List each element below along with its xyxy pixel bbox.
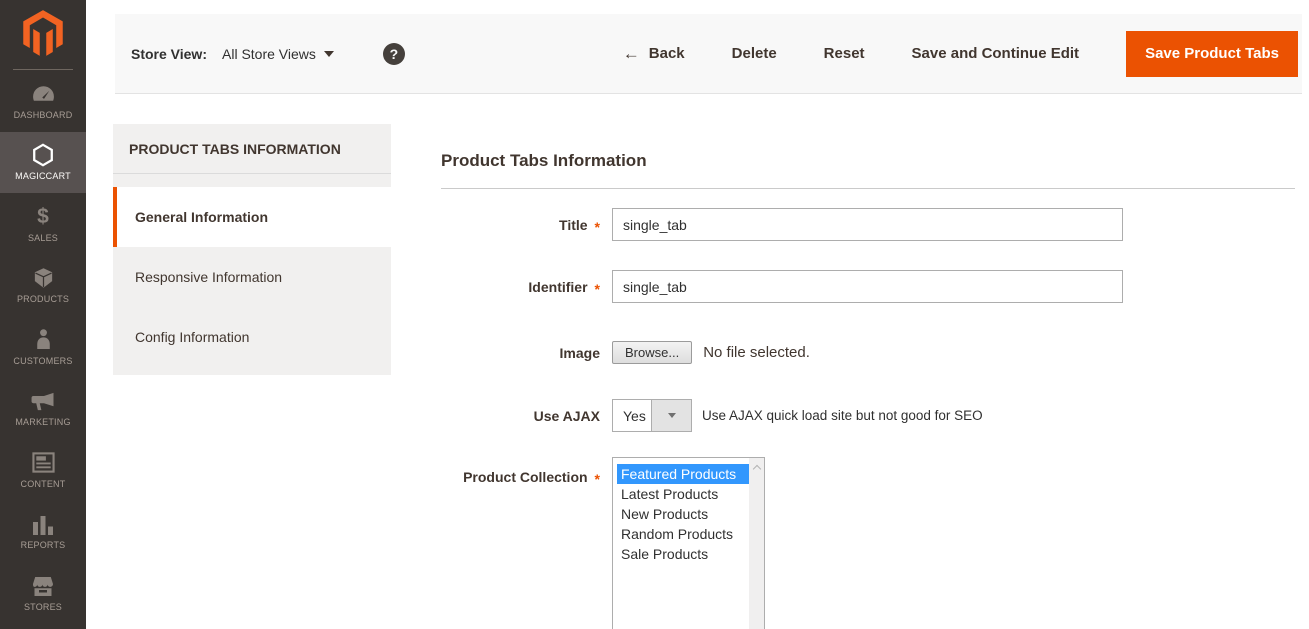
- tabs-panel-header: PRODUCT TABS INFORMATION: [113, 124, 391, 174]
- sidebar-item-magiccart[interactable]: MAGICCART: [0, 132, 86, 194]
- sidebar-item-content[interactable]: CONTENT: [0, 439, 86, 501]
- title-row: Title *: [441, 208, 1295, 241]
- tab-general-information[interactable]: General Information: [113, 187, 391, 247]
- list-option-featured-products[interactable]: Featured Products: [617, 464, 749, 484]
- browse-button[interactable]: Browse...: [612, 341, 692, 364]
- back-button-label: Back: [649, 45, 685, 62]
- store-view-label: Store View:: [131, 46, 207, 62]
- use-ajax-note: Use AJAX quick load site but not good fo…: [702, 408, 983, 423]
- sidebar-item-label: REPORTS: [21, 540, 66, 550]
- sidebar-item-label: DASHBOARD: [14, 110, 73, 120]
- save-product-tabs-button[interactable]: Save Product Tabs: [1126, 31, 1298, 77]
- required-marker: *: [595, 281, 600, 297]
- sidebar-nav: DASHBOARD MAGICCART $ SALES PRODUCTS: [0, 70, 86, 624]
- tab-responsive-information[interactable]: Responsive Information: [113, 247, 391, 307]
- sidebar-item-label: CONTENT: [21, 479, 66, 489]
- help-icon[interactable]: ?: [383, 43, 405, 65]
- section-divider: [441, 188, 1295, 189]
- list-option-random-products[interactable]: Random Products: [617, 524, 749, 544]
- page-title: Product Tabs Information: [441, 150, 1295, 172]
- gauge-icon: [31, 82, 56, 106]
- list-option-sale-products[interactable]: Sale Products: [617, 544, 749, 564]
- list-option-new-products[interactable]: New Products: [617, 504, 749, 524]
- hexagon-icon: [30, 143, 56, 167]
- sidebar-item-label: PRODUCTS: [17, 294, 69, 304]
- product-collection-listbox[interactable]: Featured Products Latest Products New Pr…: [612, 457, 765, 629]
- sidebar-item-stores[interactable]: STORES: [0, 562, 86, 624]
- sidebar-item-label: MARKETING: [15, 417, 70, 427]
- delete-button[interactable]: Delete: [732, 45, 777, 62]
- magento-admin-screen: DASHBOARD MAGICCART $ SALES PRODUCTS: [0, 0, 1309, 629]
- identifier-label: Identifier *: [441, 279, 600, 295]
- required-marker: *: [595, 471, 600, 487]
- image-label: Image: [441, 345, 600, 361]
- tabs-panel: PRODUCT TABS INFORMATION General Informa…: [113, 124, 391, 375]
- tab-config-information[interactable]: Config Information: [113, 307, 391, 367]
- bar-chart-icon: [32, 512, 54, 536]
- product-collection-row: Product Collection * Featured Products L…: [441, 457, 1295, 629]
- required-marker: *: [595, 219, 600, 235]
- use-ajax-label: Use AJAX: [441, 408, 600, 424]
- sidebar-item-products[interactable]: PRODUCTS: [0, 255, 86, 317]
- topbar: Store View: All Store Views ? ← Back Del…: [115, 14, 1302, 94]
- person-icon: [34, 328, 53, 352]
- identifier-row: Identifier *: [441, 270, 1295, 303]
- chevron-down-icon: [324, 51, 334, 57]
- sidebar-item-label: CUSTOMERS: [13, 356, 72, 366]
- title-input[interactable]: [612, 208, 1123, 241]
- megaphone-icon: [30, 389, 56, 413]
- sidebar-item-reports[interactable]: REPORTS: [0, 501, 86, 563]
- back-button[interactable]: ← Back: [623, 45, 685, 62]
- sidebar-item-dashboard[interactable]: DASHBOARD: [0, 70, 86, 132]
- file-status-text: No file selected.: [703, 344, 810, 361]
- use-ajax-row: Use AJAX Yes Use AJAX quick load site bu…: [441, 399, 1295, 432]
- sidebar-item-marketing[interactable]: MARKETING: [0, 378, 86, 440]
- save-and-continue-button[interactable]: Save and Continue Edit: [912, 45, 1080, 62]
- sidebar-item-label: STORES: [24, 602, 62, 612]
- back-arrow-icon: ←: [623, 45, 640, 62]
- sidebar-item-label: SALES: [28, 233, 58, 243]
- magento-logo[interactable]: [0, 0, 86, 69]
- use-ajax-selected-value: Yes: [613, 400, 651, 431]
- identifier-input[interactable]: [612, 270, 1123, 303]
- sidebar-item-customers[interactable]: CUSTOMERS: [0, 316, 86, 378]
- title-label: Title *: [441, 217, 600, 233]
- storefront-icon: [31, 574, 55, 598]
- sidebar: DASHBOARD MAGICCART $ SALES PRODUCTS: [0, 0, 86, 629]
- product-collection-label: Product Collection *: [441, 457, 600, 485]
- tabs-spacer: [113, 174, 391, 187]
- list-option-latest-products[interactable]: Latest Products: [617, 484, 749, 504]
- store-view-value: All Store Views: [222, 46, 316, 62]
- sidebar-item-sales[interactable]: $ SALES: [0, 193, 86, 255]
- topbar-actions: ← Back Delete Reset Save and Continue Ed…: [623, 31, 1302, 77]
- store-view-selector[interactable]: All Store Views: [222, 46, 334, 62]
- use-ajax-select[interactable]: Yes: [612, 399, 692, 432]
- listbox-scrollbar[interactable]: [749, 458, 764, 629]
- dollar-icon: $: [37, 205, 49, 229]
- scroll-up-icon[interactable]: [752, 465, 760, 473]
- image-row: Image Browse... No file selected.: [441, 336, 1295, 369]
- chevron-down-icon[interactable]: [651, 400, 691, 431]
- main-form-section: Product Tabs Information Title * Identif…: [441, 150, 1295, 629]
- layout-icon: [32, 451, 55, 475]
- sidebar-item-label: MAGICCART: [15, 171, 71, 181]
- box-icon: [32, 266, 55, 290]
- reset-button[interactable]: Reset: [824, 45, 865, 62]
- magento-logo-icon: [20, 9, 66, 61]
